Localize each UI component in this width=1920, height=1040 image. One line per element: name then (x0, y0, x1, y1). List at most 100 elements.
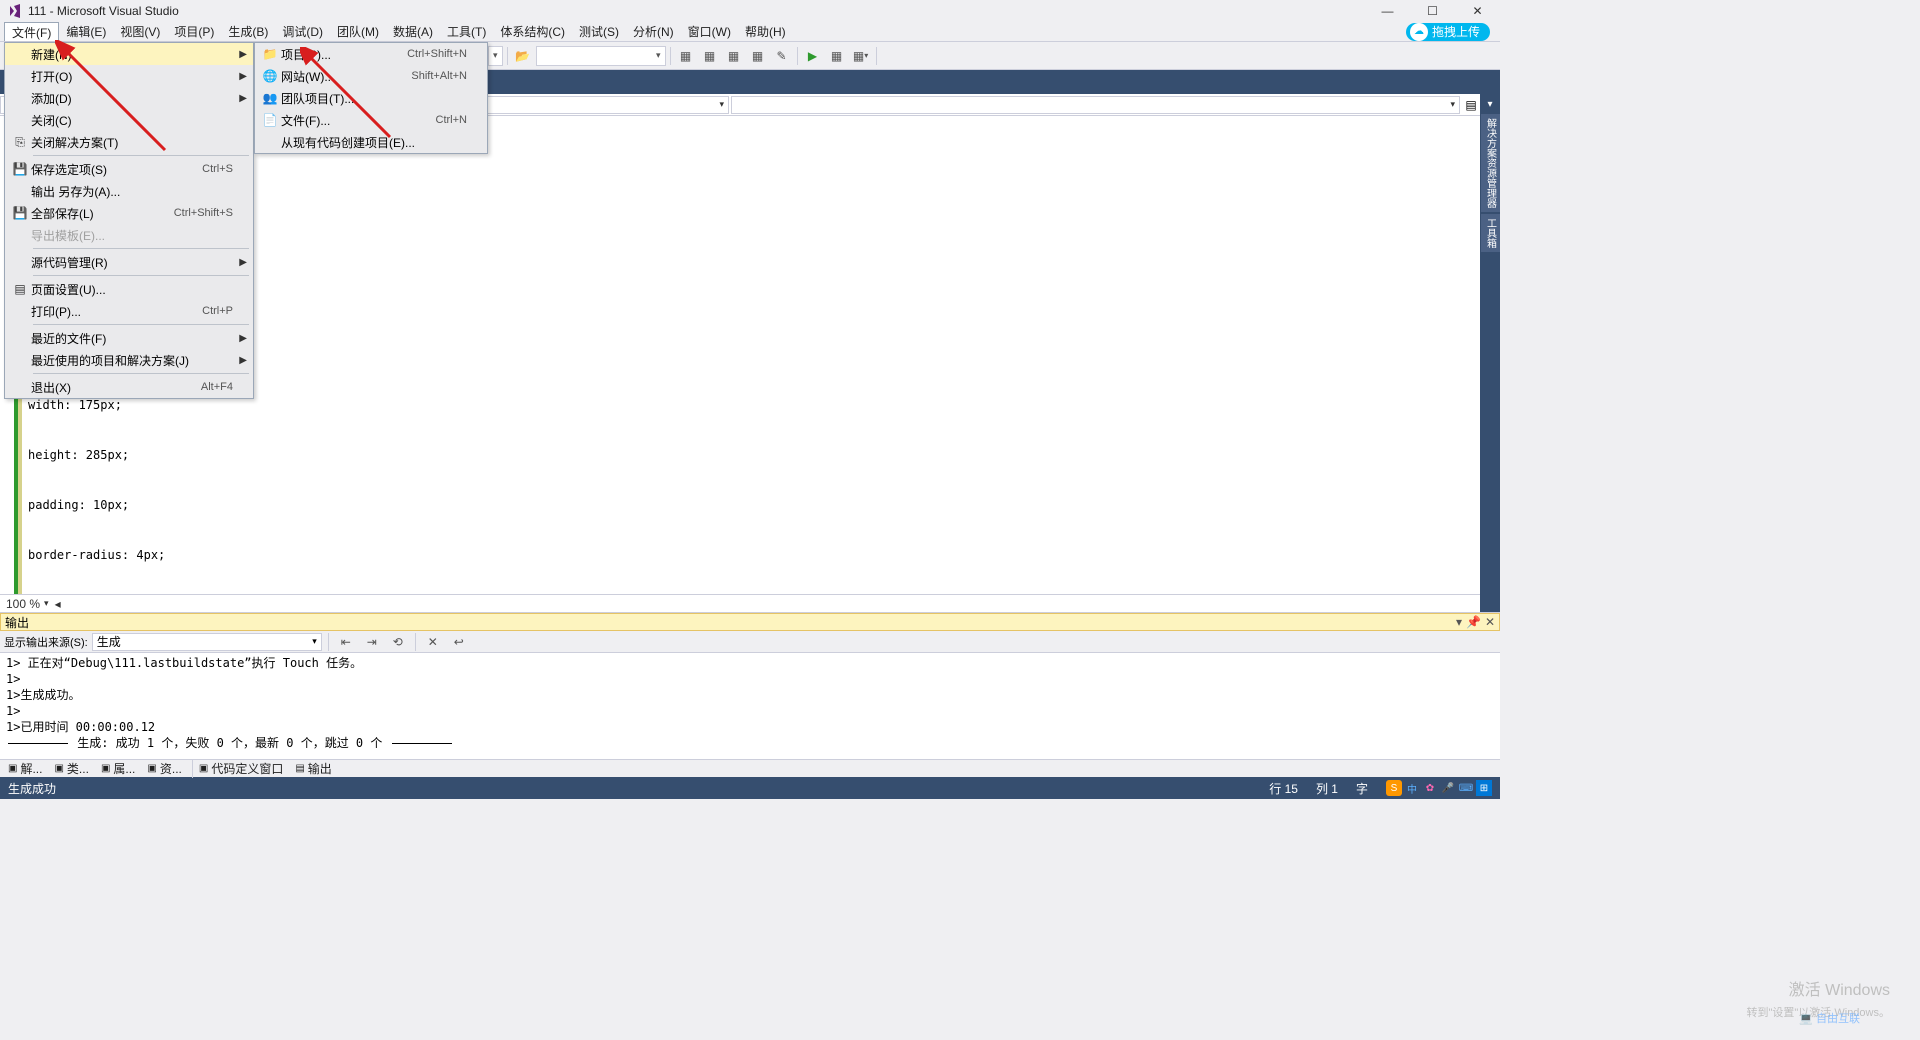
toolbar-combo-small[interactable]: ▾ (488, 46, 503, 66)
bottom-tab-3[interactable]: ▣资... (141, 759, 187, 778)
bottom-tab-1[interactable]: ▣类... (48, 759, 94, 778)
file-menu-item[interactable]: 输出 另存为(A)... (5, 180, 253, 202)
maximize-button[interactable]: ☐ (1410, 0, 1455, 22)
file-dropdown: 新建(N)▶打开(O)▶添加(D)▶关闭(C)⎘关闭解决方案(T) 💾保存选定项(… (4, 42, 254, 399)
output-btn-clear[interactable]: ✕ (422, 631, 444, 653)
new-submenu-item[interactable]: 从现有代码创建项目(E)... (255, 131, 487, 153)
toolbar-btn-b2[interactable]: ▦ (826, 45, 848, 67)
toolbar-btn-b1[interactable]: ▶ (802, 45, 824, 67)
file-menu-item[interactable]: 最近使用的项目和解决方案(J)▶ (5, 349, 253, 371)
toolbar-btn-a3[interactable]: ▦ (723, 45, 745, 67)
split-toggle-icon[interactable]: ▤ (1462, 98, 1480, 112)
cloud-icon: ☁ (1410, 23, 1428, 41)
file-menu-item[interactable]: 源代码管理(R) ▶ (5, 251, 253, 273)
file-menu-item[interactable]: 最近的文件(F)▶ (5, 327, 253, 349)
editor-zoom-bar: 100 % ▾ ◂ (0, 594, 1480, 612)
upload-label: 拖拽上传 (1432, 23, 1480, 40)
nav-combo-right[interactable]: ▾ (731, 96, 1460, 114)
menu-item-label: 源代码管理(R) (31, 254, 233, 271)
panel-dropdown-icon[interactable]: ▾ (1456, 615, 1462, 629)
file-menu-item[interactable]: 关闭(C) (5, 109, 253, 131)
rail-tab-solution-explorer[interactable]: 解决方案资源管理器 (1481, 114, 1500, 212)
zoom-level[interactable]: 100 % (6, 597, 40, 611)
file-menu-item[interactable]: 打印(P)...Ctrl+P (5, 300, 253, 322)
menu-view[interactable]: 视图(V) (113, 22, 167, 41)
output-toolbar: 显示输出来源(S): 生成▾ ⇤ ⇥ ⟲ ✕ ↩ (0, 631, 1500, 653)
new-submenu-item[interactable]: 📄文件(F)...Ctrl+N (255, 109, 487, 131)
submenu-arrow-icon: ▶ (239, 71, 247, 82)
menu-item-icon: ⎘ (9, 135, 31, 150)
new-submenu-item[interactable]: 👥团队项目(T)... (255, 87, 487, 109)
file-menu-item[interactable]: 💾全部保存(L)Ctrl+Shift+S (5, 202, 253, 224)
tray-icon-4[interactable]: ⌨ (1458, 780, 1474, 796)
menu-item-label: 最近使用的项目和解决方案(J) (31, 352, 233, 369)
tray-icon-5[interactable]: ⊞ (1476, 780, 1492, 796)
file-menu-item[interactable]: 退出(X)Alt+F4 (5, 376, 253, 398)
output-panel: 输出 ▾ 📌 ✕ 显示输出来源(S): 生成▾ ⇤ ⇥ ⟲ ✕ ↩ 1> 正在对… (0, 612, 1500, 759)
menu-analyze[interactable]: 分析(N) (626, 22, 681, 41)
bottom-tab-code-def[interactable]: ▣代码定义窗口 (192, 759, 289, 778)
menu-architecture[interactable]: 体系结构(C) (493, 22, 572, 41)
menu-test[interactable]: 测试(S) (572, 22, 626, 41)
bottom-tab-output[interactable]: ▤输出 (289, 759, 337, 778)
file-menu-item[interactable]: ⎘关闭解决方案(T) (5, 131, 253, 153)
minimize-button[interactable]: ― (1365, 0, 1410, 22)
bottom-tab-2[interactable]: ▣属... (95, 759, 141, 778)
submenu-arrow-icon: ▶ (239, 333, 247, 344)
menu-debug[interactable]: 调试(D) (275, 22, 330, 41)
tray-icon-1[interactable]: S (1386, 780, 1402, 796)
zoom-dropdown-icon[interactable]: ▾ (44, 598, 49, 609)
rail-tab-toolbox[interactable]: 工具箱 (1481, 214, 1500, 252)
bottom-tab-0[interactable]: ▣解... (2, 759, 48, 778)
menu-build[interactable]: 生成(B) (221, 22, 275, 41)
activate-watermark-title: 激活 Windows (1789, 976, 1890, 1000)
menu-project[interactable]: 项目(P) (167, 22, 221, 41)
output-body[interactable]: 1> 正在对“Debug\111.lastbuildstate”执行 Touch… (0, 653, 1500, 759)
menu-item-label: 文件(F)... (281, 112, 406, 129)
new-submenu-item[interactable]: 📁项目(P)...Ctrl+Shift+N (255, 43, 487, 65)
panel-close-icon[interactable]: ✕ (1485, 615, 1495, 629)
menu-item-shortcut: Ctrl+S (202, 163, 233, 175)
toolbar-btn-folder[interactable]: 📂 (512, 45, 534, 67)
menu-item-shortcut: Shift+Alt+N (411, 70, 467, 82)
file-menu-item[interactable]: ▤页面设置(U)... (5, 278, 253, 300)
file-menu-item[interactable]: 💾保存选定项(S)Ctrl+S (5, 158, 253, 180)
menu-help[interactable]: 帮助(H) (738, 22, 793, 41)
status-char: 字 (1356, 780, 1368, 797)
close-button[interactable]: ✕ (1455, 0, 1500, 22)
file-menu-item[interactable]: 导出模板(E)... (5, 224, 253, 246)
new-submenu-item[interactable]: 🌐网站(W)...Shift+Alt+N (255, 65, 487, 87)
menu-data[interactable]: 数据(A) (386, 22, 440, 41)
toolbar-btn-b3[interactable]: ▦▾ (850, 45, 872, 67)
file-menu-item[interactable]: 新建(N)▶ (5, 43, 253, 65)
toolbar-btn-a4[interactable]: ▦ (747, 45, 769, 67)
file-menu-item[interactable]: 添加(D)▶ (5, 87, 253, 109)
tray-icon-ime[interactable]: 中 (1404, 780, 1420, 796)
menu-tools[interactable]: 工具(T) (440, 22, 493, 41)
menu-file[interactable]: 文件(F) (4, 22, 59, 41)
menu-edit[interactable]: 编辑(E) (59, 22, 113, 41)
output-source-combo[interactable]: 生成▾ (92, 633, 322, 651)
submenu-arrow-icon: ▶ (239, 49, 247, 60)
output-btn-3[interactable]: ⟲ (387, 631, 409, 653)
tray-icon-3[interactable]: 🎤 (1440, 780, 1456, 796)
toolbar-btn-a2[interactable]: ▦ (699, 45, 721, 67)
output-panel-title[interactable]: 输出 ▾ 📌 ✕ (0, 613, 1500, 631)
toolbar-btn-a5[interactable]: ✎ (771, 45, 793, 67)
submenu-arrow-icon: ▶ (239, 257, 247, 268)
menu-item-icon: 🌐 (259, 69, 281, 83)
tray-icon-2[interactable]: ✿ (1422, 780, 1438, 796)
menu-team[interactable]: 团队(M) (330, 22, 386, 41)
rail-dropdown-icon[interactable]: ▾ (1482, 96, 1498, 112)
panel-pin-icon[interactable]: 📌 (1466, 615, 1481, 629)
menu-window[interactable]: 窗口(W) (681, 22, 738, 41)
toolbar-combo-wide[interactable]: ▾ (536, 46, 666, 66)
output-btn-wrap[interactable]: ↩ (448, 631, 470, 653)
output-source-label: 显示输出来源(S): (4, 634, 88, 650)
menu-item-label: 团队项目(T)... (281, 90, 467, 107)
output-btn-2[interactable]: ⇥ (361, 631, 383, 653)
output-btn-1[interactable]: ⇤ (335, 631, 357, 653)
file-menu-item[interactable]: 打开(O)▶ (5, 65, 253, 87)
upload-button[interactable]: ☁ 拖拽上传 (1406, 23, 1490, 41)
toolbar-btn-a1[interactable]: ▦ (675, 45, 697, 67)
